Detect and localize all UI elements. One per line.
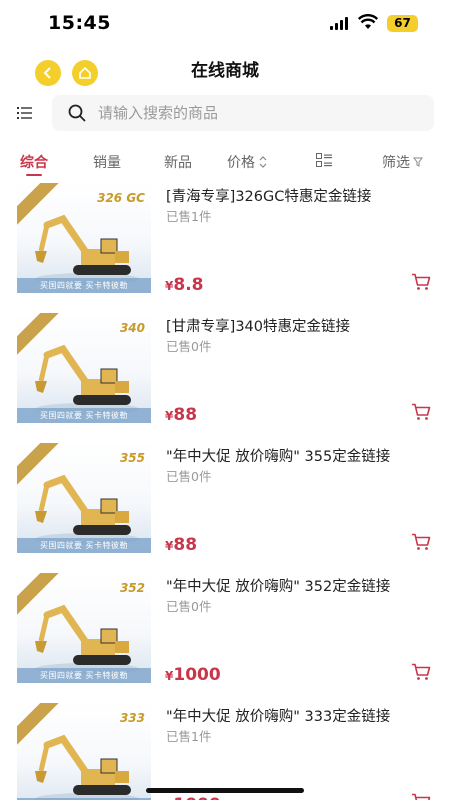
filter-icon [413, 157, 423, 167]
status-bar: 15:45 67 [0, 0, 450, 46]
sort-bar: 综合 销量 新品 价格 筛选 [0, 146, 450, 176]
price-amount: 8.8 [173, 275, 204, 295]
tab-filter[interactable]: 筛选 [382, 152, 423, 172]
tab-price-label: 价格 [227, 155, 255, 171]
excavator-illustration [35, 734, 139, 800]
layout-toggle-icon[interactable] [316, 153, 332, 167]
product-model-label: 352 [119, 581, 145, 595]
product-price: ¥88 [165, 405, 197, 425]
product-price: ¥88 [165, 535, 197, 555]
price-amount: 88 [173, 535, 198, 555]
tab-sales[interactable]: 销量 [93, 152, 121, 172]
add-to-cart-icon[interactable] [411, 273, 431, 291]
excavator-illustration [35, 474, 139, 545]
page-title: 在线商城 [191, 61, 259, 81]
excavator-illustration [35, 604, 139, 675]
promo-banner: 买国四就要 买卡特彼勒 [17, 408, 151, 423]
excavator-illustration [35, 214, 139, 285]
product-model-label: 333 [119, 711, 145, 725]
tab-filter-label: 筛选 [382, 155, 410, 171]
product-sold-count: 已售0件 [166, 469, 212, 484]
product-sold-count: 已售1件 [166, 209, 212, 224]
menu-icon[interactable] [17, 106, 33, 120]
product-title[interactable]: "年中大促 放价嗨购" 352定金链接 [166, 575, 436, 596]
product-sold-count: 已售0件 [166, 339, 212, 354]
product-sold-count: 已售0件 [166, 599, 212, 614]
tab-comprehensive-label: 综合 [20, 155, 48, 171]
add-to-cart-icon[interactable] [411, 793, 431, 800]
product-image[interactable]: 326 GC 买国四就要 买卡特彼勒 [17, 183, 151, 293]
add-to-cart-icon[interactable] [411, 533, 431, 551]
product-image[interactable]: 355 买国四就要 买卡特彼勒 [17, 443, 151, 553]
product-sold-count: 已售1件 [166, 729, 212, 744]
search-box[interactable] [52, 95, 434, 131]
product-title[interactable]: "年中大促 放价嗨购" 355定金链接 [166, 445, 436, 466]
product-price: ¥1000 [165, 665, 221, 685]
promo-banner: 买国四就要 买卡特彼勒 [17, 278, 151, 293]
price-amount: 88 [173, 405, 198, 425]
product-price: ¥1000 [165, 795, 221, 800]
signal-icon [330, 17, 348, 30]
product-item[interactable]: 340 买国四就要 买卡特彼勒 [甘肃专享]340特惠定金链接 已售0件 ¥88 [0, 313, 450, 443]
product-item[interactable]: 326 GC 买国四就要 买卡特彼勒 [青海专享]326GC特惠定金链接 已售1… [0, 183, 450, 313]
nav-bar: 在线商城 [0, 50, 450, 90]
tab-comprehensive[interactable]: 综合 [20, 152, 48, 176]
product-item[interactable]: 355 买国四就要 买卡特彼勒 "年中大促 放价嗨购" 355定金链接 已售0件… [0, 443, 450, 573]
sort-arrows-icon [259, 156, 267, 168]
price-amount: 1000 [173, 665, 221, 685]
home-indicator [146, 788, 304, 793]
promo-banner: 买国四就要 买卡特彼勒 [17, 538, 151, 553]
tab-new-label: 新品 [164, 155, 192, 171]
wifi-icon [358, 14, 378, 29]
product-price: ¥8.8 [165, 275, 203, 295]
add-to-cart-icon[interactable] [411, 403, 431, 421]
product-title[interactable]: "年中大促 放价嗨购" 333定金链接 [166, 705, 436, 726]
promo-banner: 买国四就要 买卡特彼勒 [17, 668, 151, 683]
product-title[interactable]: [青海专享]326GC特惠定金链接 [166, 185, 436, 206]
excavator-illustration [35, 344, 139, 415]
tab-new[interactable]: 新品 [164, 152, 192, 172]
search-input[interactable] [98, 95, 418, 131]
add-to-cart-icon[interactable] [411, 663, 431, 681]
product-model-label: 326 GC [97, 191, 145, 205]
price-amount: 1000 [173, 795, 220, 800]
product-title[interactable]: [甘肃专享]340特惠定金链接 [166, 315, 436, 336]
product-model-label: 355 [119, 451, 145, 465]
product-item[interactable]: 352 买国四就要 买卡特彼勒 "年中大促 放价嗨购" 352定金链接 已售0件… [0, 573, 450, 703]
active-tab-underline [26, 174, 42, 176]
tab-sales-label: 销量 [93, 155, 121, 171]
battery-indicator: 67 [387, 15, 418, 32]
search-icon [68, 104, 86, 122]
product-image[interactable]: 340 买国四就要 买卡特彼勒 [17, 313, 151, 423]
product-model-label: 340 [119, 321, 145, 335]
product-image[interactable]: 333 买国四就要 买卡特彼勒 [17, 703, 151, 800]
status-time: 15:45 [48, 12, 111, 34]
product-item[interactable]: 333 买国四就要 买卡特彼勒 "年中大促 放价嗨购" 333定金链接 已售1件… [0, 703, 450, 800]
product-image[interactable]: 352 买国四就要 买卡特彼勒 [17, 573, 151, 683]
tab-price[interactable]: 价格 [227, 152, 268, 172]
